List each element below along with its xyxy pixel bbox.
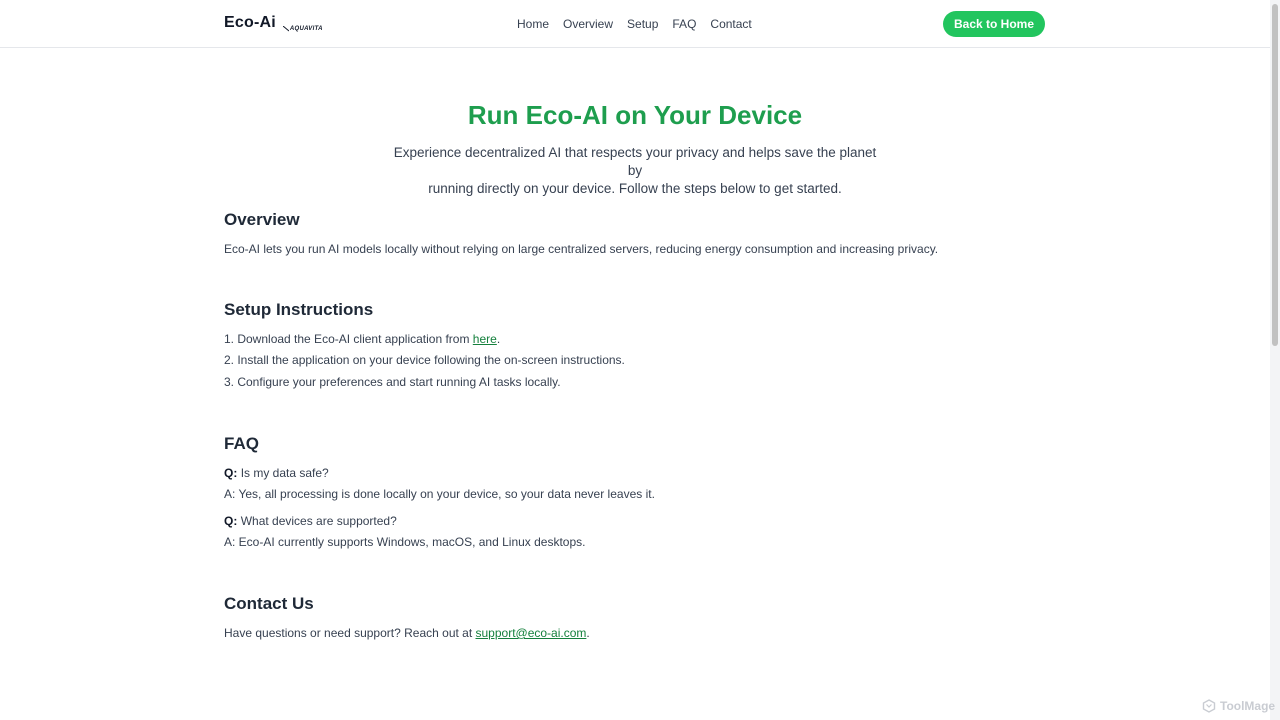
nav-setup[interactable]: Setup xyxy=(627,16,658,32)
overview-text: Eco-AI lets you run AI models locally wi… xyxy=(224,242,939,256)
brand-name: Eco-Ai xyxy=(224,14,276,31)
nav-home[interactable]: Home xyxy=(517,16,549,32)
setup-step-1-suffix: . xyxy=(496,332,501,346)
back-to-home-button[interactable]: Back to Home xyxy=(943,11,1045,37)
watermark-text: ToolMage xyxy=(1220,699,1276,713)
faq-heading: FAQ xyxy=(224,434,259,453)
contact-text-prefix: Have questions or need support? Reach ou… xyxy=(224,626,476,640)
download-link[interactable]: here xyxy=(473,332,497,346)
brand-sub: AQUAVITA xyxy=(282,25,323,33)
support-email-link[interactable]: support@eco-ai.com xyxy=(476,626,587,640)
contact-text: Have questions or need support? Reach ou… xyxy=(224,625,590,641)
faq-question-1: Q: Is my data safe? xyxy=(224,465,329,481)
hero-description-line1: Experience decentralized AI that respect… xyxy=(393,145,877,178)
nav-faq[interactable]: FAQ xyxy=(672,16,696,32)
setup-step-1: 1. Download the Eco-AI client applicatio… xyxy=(224,331,500,347)
setup-heading: Setup Instructions xyxy=(224,300,374,319)
page-scrollbar[interactable] xyxy=(1270,0,1280,720)
brand-sub-text: AQUAVITA xyxy=(289,26,323,32)
brand-logo[interactable]: Eco-Ai AQUAVITA xyxy=(224,12,323,36)
faq-question-2: Q: What devices are supported? xyxy=(224,513,397,529)
page-title: Run Eco-AI on Your Device xyxy=(467,100,803,130)
faq-question-2-text: What devices are supported? xyxy=(240,514,397,528)
hero-description-line2: running directly on your device. Follow … xyxy=(428,181,842,196)
contact-heading: Contact Us xyxy=(224,594,314,613)
faq-question-1-text: Is my data safe? xyxy=(240,466,329,480)
faq-q-label: Q: xyxy=(224,514,238,528)
scrollbar-thumb[interactable] xyxy=(1272,4,1278,346)
main-nav: Home Overview Setup FAQ Contact xyxy=(517,16,752,32)
faq-answer-1: A: Yes, all processing is done locally o… xyxy=(224,487,655,501)
nav-contact[interactable]: Contact xyxy=(710,16,751,32)
toolmage-logo-icon xyxy=(1202,699,1216,713)
brand-mark-icon xyxy=(282,26,289,32)
watermark: ToolMage xyxy=(1202,698,1275,714)
faq-q-label: Q: xyxy=(224,466,238,480)
setup-step-3: 3. Configure your preferences and start … xyxy=(224,375,561,389)
nav-overview[interactable]: Overview xyxy=(563,16,613,32)
hero-description: Experience decentralized AI that respect… xyxy=(385,144,885,198)
setup-step-2: 2. Install the application on your devic… xyxy=(224,353,625,367)
overview-heading: Overview xyxy=(224,210,300,229)
faq-answer-2: A: Eco-AI currently supports Windows, ma… xyxy=(224,535,586,549)
contact-text-suffix: . xyxy=(586,626,590,640)
site-header: Eco-Ai AQUAVITA Home Overview Setup FAQ … xyxy=(0,0,1270,48)
setup-step-1-text: 1. Download the Eco-AI client applicatio… xyxy=(224,332,473,346)
